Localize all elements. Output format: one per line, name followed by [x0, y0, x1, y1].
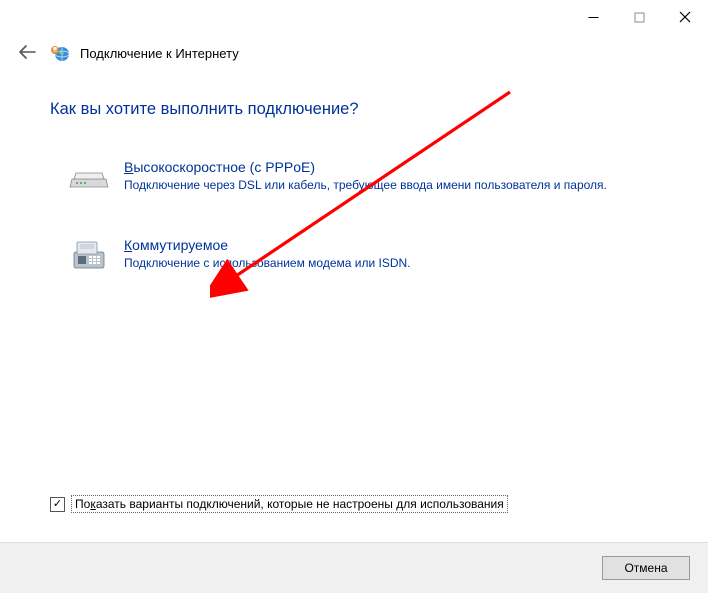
cancel-button[interactable]: Отмена — [602, 556, 690, 580]
close-button[interactable] — [662, 4, 708, 30]
maximize-button[interactable] — [616, 4, 662, 30]
option-dialup-title: Коммутируемое — [124, 237, 411, 253]
dialog-footer: Отмена — [0, 542, 708, 593]
wizard-header: Подключение к Интернету — [0, 34, 708, 70]
page-heading: Как вы хотите выполнить подключение? — [50, 100, 658, 119]
titlebar — [0, 0, 708, 34]
option-broadband-title: Высокоскоростное (с PPPoE) — [124, 159, 607, 175]
option-broadband-desc: Подключение через DSL или кабель, требую… — [124, 177, 607, 193]
minimize-button[interactable] — [570, 4, 616, 30]
content-area: Как вы хотите выполнить подключение? Выс… — [0, 70, 708, 289]
option-broadband[interactable]: Высокоскоростное (с PPPoE) Подключение ч… — [50, 153, 658, 211]
option-dialup-desc: Подключение с использованием модема или … — [124, 255, 411, 271]
show-all-options-checkbox[interactable]: ✓ Показать варианты подключений, которые… — [50, 495, 508, 513]
window-title: Подключение к Интернету — [80, 46, 239, 61]
checkbox-icon: ✓ — [50, 497, 65, 512]
back-arrow-icon[interactable] — [16, 44, 38, 62]
checkbox-label: Показать варианты подключений, которые н… — [71, 495, 508, 513]
fax-modem-icon — [68, 237, 110, 279]
internet-globe-icon — [48, 42, 70, 64]
modem-icon — [68, 159, 110, 201]
option-dialup[interactable]: Коммутируемое Подключение с использовани… — [50, 231, 658, 289]
